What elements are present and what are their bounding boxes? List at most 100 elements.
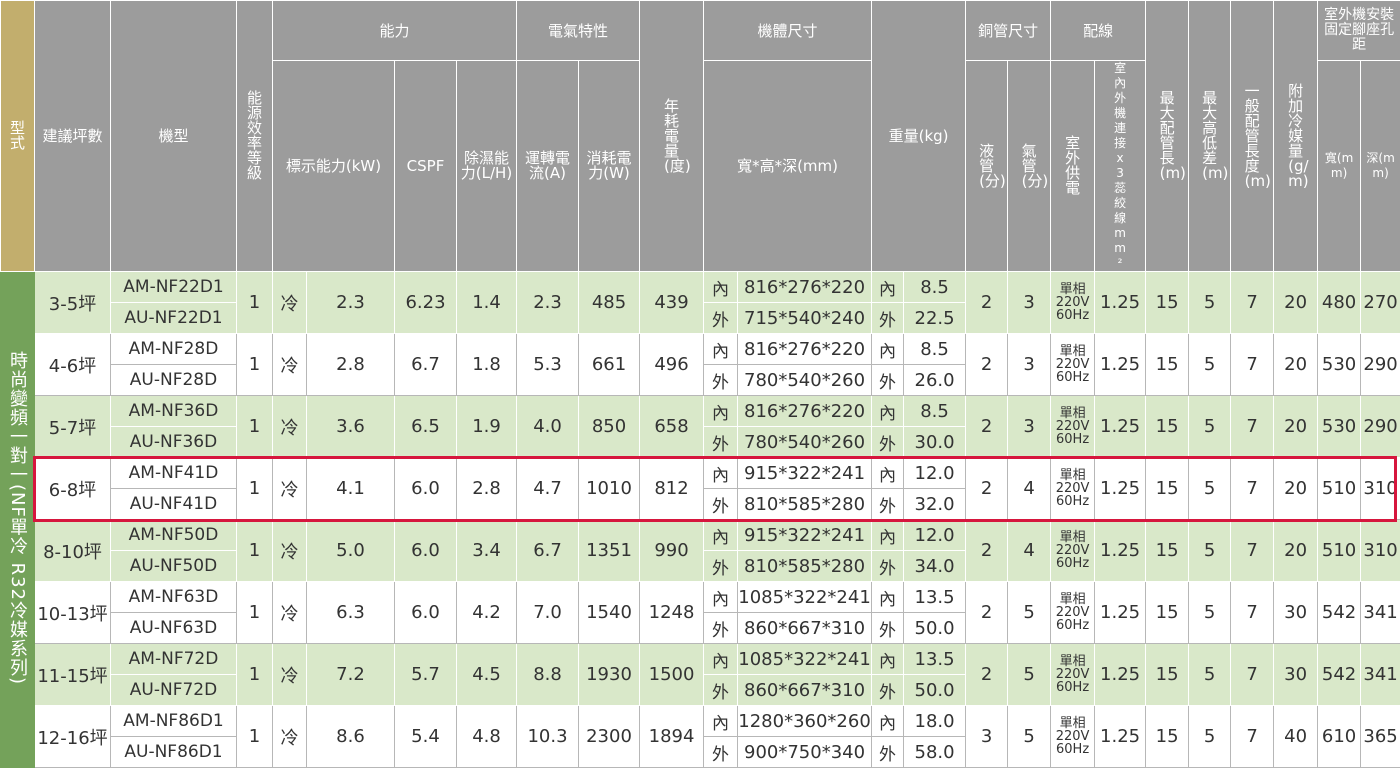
power-supply-cell: 單相220V 60Hz: [1051, 582, 1095, 644]
current-cell: 4.7: [517, 458, 579, 520]
indoor-model-cell: AM-NF86D1: [111, 706, 237, 737]
mount-depth-cell: 341: [1361, 644, 1400, 706]
mount-depth-cell: 310: [1361, 520, 1400, 582]
normal-pipe-cell: 7: [1231, 272, 1274, 334]
annual-cell: 439: [640, 272, 704, 334]
wire-cell: 1.25: [1095, 520, 1146, 582]
max-height-cell: 5: [1189, 706, 1231, 768]
outdoor-model-cell: AU-NF72D: [111, 675, 237, 706]
area-cell: 8-10坪: [35, 520, 111, 582]
power-supply-cell: 單相220V 60Hz: [1051, 520, 1095, 582]
cspf-cell: 6.7: [395, 334, 457, 396]
weight-outdoor-cell: 26.0: [904, 365, 966, 396]
header-energy-grade: 能源效率等級: [237, 1, 273, 272]
dim-outdoor-label: 外: [704, 551, 738, 582]
power-cell: 661: [579, 334, 640, 396]
liquid-pipe-cell: 2: [966, 644, 1008, 706]
extra-refrigerant-cell: 30: [1274, 644, 1318, 706]
mount-depth-cell: 365: [1361, 706, 1400, 768]
max-height-cell: 5: [1189, 334, 1231, 396]
dehumid-cell: 3.4: [457, 520, 517, 582]
gas-pipe-cell: 3: [1008, 272, 1051, 334]
area-cell: 12-16坪: [35, 706, 111, 768]
dim-outdoor-cell: 900*750*340: [738, 737, 872, 768]
wire-cell: 1.25: [1095, 706, 1146, 768]
annual-cell: 812: [640, 458, 704, 520]
outdoor-model-cell: AU-NF41D: [111, 489, 237, 520]
annual-cell: 658: [640, 396, 704, 458]
indoor-model-cell: AM-NF63D: [111, 582, 237, 613]
dehumid-cell: 1.4: [457, 272, 517, 334]
dim-indoor-label: 內: [704, 706, 738, 737]
energy-grade-cell: 1: [237, 396, 273, 458]
area-cell: 3-5坪: [35, 272, 111, 334]
header-dehumid: 除濕能力(L/H): [457, 61, 517, 272]
header-gas-pipe: 氣管(分): [1008, 61, 1051, 272]
weight-outdoor-cell: 34.0: [904, 551, 966, 582]
annual-cell: 1500: [640, 644, 704, 706]
header-mount-width: 寬(mm): [1318, 61, 1361, 272]
capacity-cell: 4.1: [307, 458, 395, 520]
header-mount-depth: 深(mm): [1361, 61, 1400, 272]
extra-refrigerant-cell: 20: [1274, 396, 1318, 458]
power-cell: 2300: [579, 706, 640, 768]
dim-indoor-cell: 816*276*220: [738, 334, 872, 365]
energy-grade-cell: 1: [237, 582, 273, 644]
max-pipe-cell: 15: [1146, 582, 1189, 644]
liquid-pipe-cell: 2: [966, 396, 1008, 458]
header-pipe-group: 銅管尺寸: [966, 1, 1051, 61]
weight-indoor-cell: 8.5: [904, 272, 966, 303]
dehumid-cell: 4.8: [457, 706, 517, 768]
max-height-cell: 5: [1189, 272, 1231, 334]
weight-indoor-cell: 13.5: [904, 644, 966, 675]
series-label: 時尚變頻一對一(NF單冷 R32冷媒系列): [1, 272, 35, 768]
mode-cell: 冷: [273, 396, 307, 458]
liquid-pipe-cell: 3: [966, 706, 1008, 768]
normal-pipe-cell: 7: [1231, 706, 1274, 768]
normal-pipe-cell: 7: [1231, 582, 1274, 644]
annual-cell: 990: [640, 520, 704, 582]
max-pipe-cell: 15: [1146, 458, 1189, 520]
liquid-pipe-cell: 2: [966, 520, 1008, 582]
area-cell: 4-6坪: [35, 334, 111, 396]
power-cell: 1540: [579, 582, 640, 644]
spec-table-body: 時尚變頻一對一(NF單冷 R32冷媒系列)3-5坪AM-NF22D11冷2.36…: [1, 272, 1400, 768]
mode-cell: 冷: [273, 458, 307, 520]
cspf-cell: 5.4: [395, 706, 457, 768]
dim-indoor-cell: 915*322*241: [738, 520, 872, 551]
current-cell: 8.8: [517, 644, 579, 706]
outdoor-model-cell: AU-NF63D: [111, 613, 237, 644]
dim-outdoor-label: 外: [704, 303, 738, 334]
power-cell: 485: [579, 272, 640, 334]
area-cell: 11-15坪: [35, 644, 111, 706]
liquid-pipe-cell: 2: [966, 334, 1008, 396]
extra-refrigerant-cell: 20: [1274, 334, 1318, 396]
max-pipe-cell: 15: [1146, 396, 1189, 458]
header-extra-refrigerant: 附加冷媒量(g/m): [1274, 1, 1318, 272]
area-cell: 6-8坪: [35, 458, 111, 520]
max-height-cell: 5: [1189, 396, 1231, 458]
header-normal-pipe: 一般配管長度(m): [1231, 1, 1274, 272]
gas-pipe-cell: 3: [1008, 396, 1051, 458]
weight-indoor-cell: 8.5: [904, 334, 966, 365]
dehumid-cell: 1.8: [457, 334, 517, 396]
gas-pipe-cell: 5: [1008, 582, 1051, 644]
area-cell: 10-13坪: [35, 582, 111, 644]
weight-outdoor-cell: 50.0: [904, 613, 966, 644]
outdoor-model-cell: AU-NF86D1: [111, 737, 237, 768]
weight-indoor-label: 內: [872, 272, 904, 303]
extra-refrigerant-cell: 20: [1274, 458, 1318, 520]
power-supply-cell: 單相220V 60Hz: [1051, 272, 1095, 334]
energy-grade-cell: 1: [237, 644, 273, 706]
current-cell: 10.3: [517, 706, 579, 768]
capacity-cell: 2.3: [307, 272, 395, 334]
mode-cell: 冷: [273, 520, 307, 582]
max-height-cell: 5: [1189, 458, 1231, 520]
weight-outdoor-cell: 32.0: [904, 489, 966, 520]
header-type: 型式: [1, 1, 35, 272]
cspf-cell: 6.0: [395, 458, 457, 520]
dehumid-cell: 4.2: [457, 582, 517, 644]
series-label-text: 時尚變頻一對一(NF單冷 R32冷媒系列): [8, 351, 27, 685]
outdoor-model-cell: AU-NF36D: [111, 427, 237, 458]
max-pipe-cell: 15: [1146, 706, 1189, 768]
